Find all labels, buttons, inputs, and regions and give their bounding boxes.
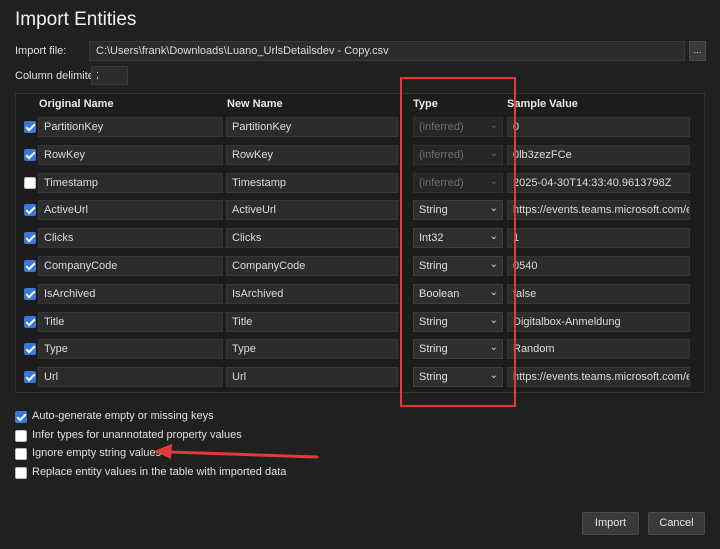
- sample-value-cell: 2025-04-30T14:33:40.9613798Z: [507, 172, 690, 193]
- row-include-checkbox[interactable]: [24, 287, 36, 300]
- table-row: Title Title String ⌄ Digitalbox-Anmeldung: [16, 311, 706, 334]
- original-name-cell: Clicks: [38, 228, 223, 249]
- original-name-cell: CompanyCode: [38, 256, 223, 276]
- sample-value-cell: https://events.teams.microsoft.com/event…: [507, 367, 690, 388]
- row-include-checkbox[interactable]: [24, 232, 36, 245]
- table-row: CompanyCode CompanyCode String ⌄ 0540: [16, 256, 706, 278]
- table-row: Type Type String ⌄ Random: [16, 339, 706, 361]
- import-file-label: Import file:: [15, 45, 67, 57]
- original-name-cell: Type: [38, 339, 223, 360]
- table-row: Clicks Clicks Int32 ⌄ 1: [16, 228, 706, 250]
- original-name-cell: IsArchived: [38, 283, 223, 304]
- row-include-checkbox[interactable]: [24, 343, 36, 356]
- option-checkbox[interactable]: [15, 466, 27, 479]
- row-include-checkbox[interactable]: [24, 371, 36, 384]
- new-name-field[interactable]: ActiveUrl: [226, 200, 398, 221]
- red-arrow-annotation: [154, 444, 319, 459]
- option-checkbox[interactable]: [15, 429, 27, 442]
- row-include-checkbox[interactable]: [24, 260, 36, 272]
- row-include-checkbox[interactable]: [24, 148, 36, 161]
- table-row: PartitionKey PartitionKey (inferred) ⌄ 0: [16, 117, 706, 139]
- table-row: Url Url String ⌄ https://events.teams.micros…: [16, 367, 706, 389]
- original-name-cell: Title: [38, 311, 223, 332]
- column-delimiter-field[interactable]: ;: [91, 66, 128, 85]
- original-name-cell: ActiveUrl: [38, 200, 223, 221]
- column-delimiter-label: Column delimiter:: [15, 70, 101, 82]
- original-name-cell: RowKey: [38, 144, 223, 165]
- table-row: IsArchived IsArchived Boolean ⌄ false: [16, 283, 706, 306]
- browse-file-button[interactable]: ...: [689, 41, 706, 61]
- sample-value-cell: 0: [507, 117, 690, 137]
- sample-value-cell: Digitalbox-Anmeldung: [507, 311, 690, 332]
- cancel-button[interactable]: Cancel: [648, 512, 705, 535]
- sample-value-cell: false: [507, 283, 690, 304]
- table-row: Timestamp Timestamp (inferred) ⌄ 2025-04-30T…: [16, 172, 706, 195]
- header-sample-value: Sample Value: [507, 98, 578, 110]
- header-original-name: Original Name: [39, 98, 114, 110]
- column-mapping-grid: Original Name New Name Type Sample Value…: [15, 93, 705, 393]
- import-file-path-field[interactable]: C:\Users\frank\Downloads\Luano_UrlsDetai…: [89, 41, 685, 61]
- new-name-field[interactable]: RowKey: [226, 144, 398, 165]
- new-name-field[interactable]: CompanyCode: [226, 256, 398, 276]
- header-new-name: New Name: [227, 98, 283, 110]
- row-include-checkbox[interactable]: [24, 176, 36, 189]
- sample-value-cell: https://events.teams.microsoft.com/event…: [507, 200, 690, 221]
- sample-value-cell: 1: [507, 228, 690, 249]
- dialog-title: Import Entities: [15, 9, 137, 30]
- original-name-cell: Url: [38, 367, 223, 388]
- table-row: ActiveUrl ActiveUrl String ⌄ https://events.…: [16, 200, 706, 222]
- new-name-field[interactable]: Title: [226, 311, 398, 332]
- new-name-field[interactable]: Url: [226, 367, 398, 388]
- new-name-field[interactable]: Type: [226, 339, 398, 360]
- new-name-field[interactable]: Timestamp: [226, 172, 398, 193]
- sample-value-cell: Random: [507, 339, 690, 360]
- import-button[interactable]: Import: [582, 512, 639, 535]
- sample-value-cell: 0540: [507, 256, 690, 276]
- original-name-cell: Timestamp: [38, 172, 223, 193]
- highlight-box-annotation: [400, 77, 516, 407]
- sample-value-cell: 0lb3zezFCe: [507, 144, 690, 165]
- new-name-field[interactable]: Clicks: [226, 228, 398, 249]
- row-include-checkbox[interactable]: [24, 204, 36, 217]
- original-name-cell: PartitionKey: [38, 117, 223, 137]
- new-name-field[interactable]: PartitionKey: [226, 117, 398, 137]
- option-label: Auto-generate empty or missing keys: [32, 410, 214, 422]
- option-checkbox[interactable]: [15, 448, 27, 460]
- new-name-field[interactable]: IsArchived: [226, 283, 398, 304]
- option-checkbox[interactable]: [15, 411, 27, 423]
- option-label: Infer types for unannotated property val…: [32, 428, 242, 441]
- row-include-checkbox[interactable]: [24, 121, 36, 133]
- row-include-checkbox[interactable]: [24, 315, 36, 328]
- table-row: RowKey RowKey (inferred) ⌄ 0lb3zezFCe: [16, 144, 706, 167]
